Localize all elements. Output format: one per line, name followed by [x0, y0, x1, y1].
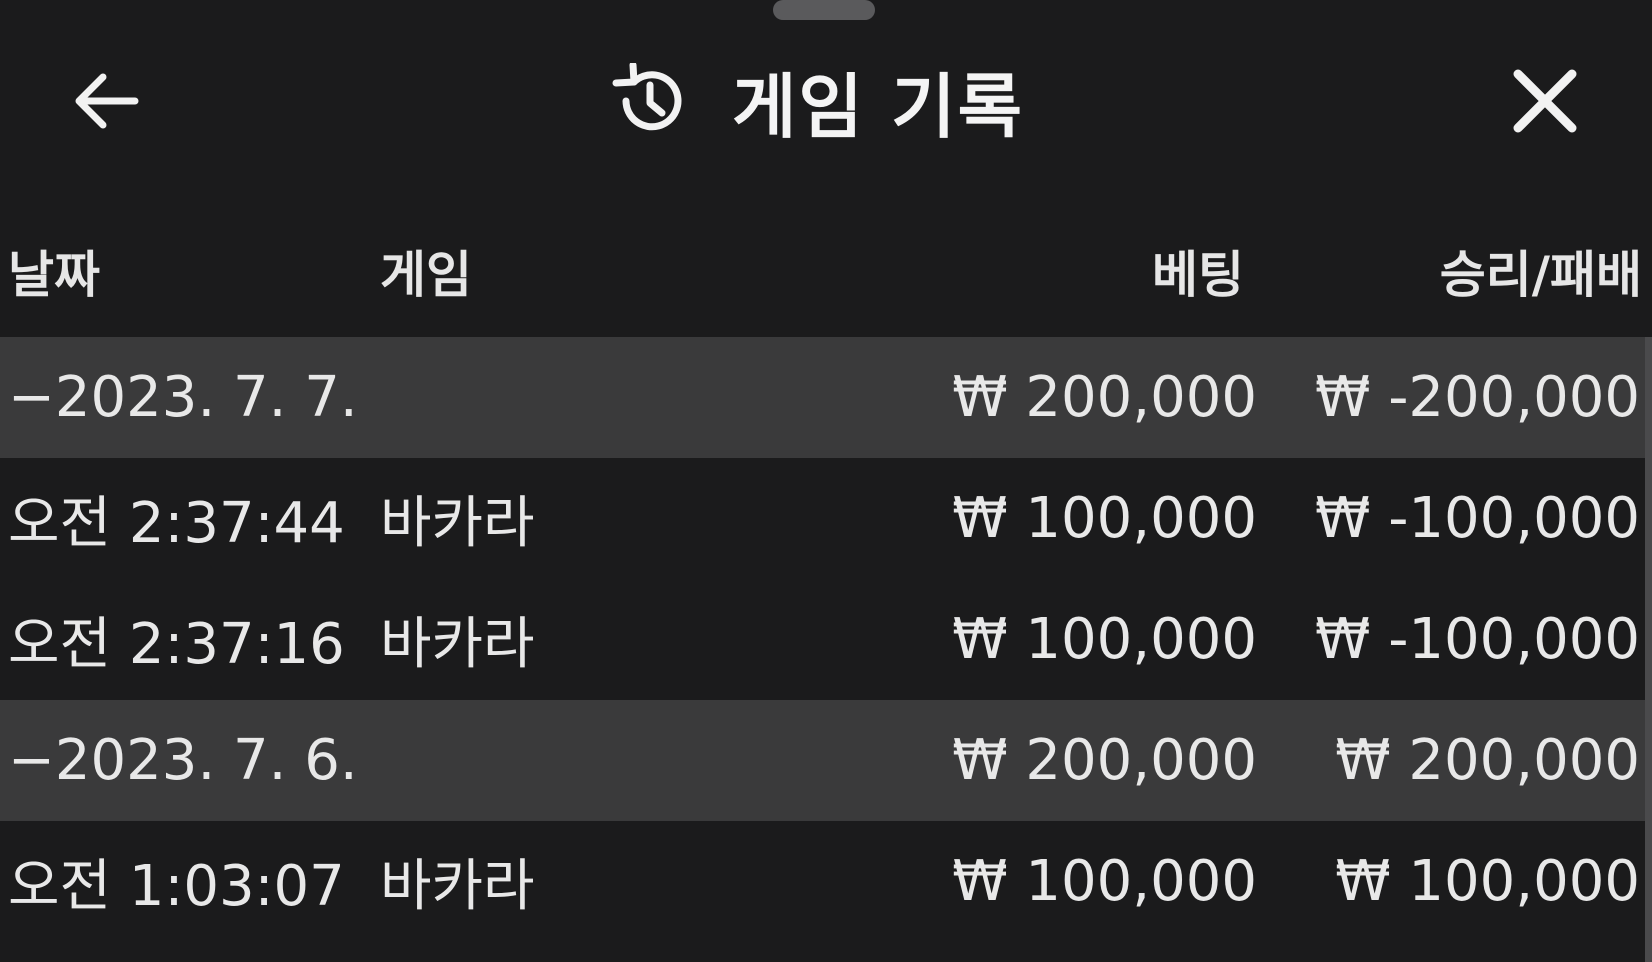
table-row[interactable]: 오전 2:37:44 바카라 ₩ 100,000 ₩ -100,000 [0, 458, 1652, 579]
column-header-game: 게임 [380, 246, 472, 304]
row-bet: ₩ 100,000 [952, 607, 1257, 672]
row-result: ₩ 100,000 [1335, 849, 1640, 914]
game-history-sheet: 게임 기록 날짜 게임 베팅 승리/패배 −2023. 7. 7. ₩ 200,… [0, 0, 1652, 962]
row-game: 바카라 [380, 491, 535, 556]
row-bet: ₩ 100,000 [952, 849, 1257, 914]
row-date: −2023. 7. 6. [8, 728, 358, 793]
table-row[interactable]: 오전 1:03:07 바카라 ₩ 100,000 ₩ 100,000 [0, 821, 1652, 942]
close-button[interactable] [1500, 60, 1590, 142]
back-button[interactable] [60, 60, 150, 142]
row-bet: ₩ 200,000 [952, 728, 1257, 793]
row-game: 바카라 [380, 854, 535, 919]
header: 게임 기록 [0, 20, 1652, 190]
row-bet: ₩ 200,000 [952, 365, 1257, 430]
row-date: 오전 2:37:44 [8, 491, 345, 556]
date-group-row[interactable]: −2023. 7. 6. ₩ 200,000 ₩ 200,000 [0, 700, 1652, 821]
close-icon [1513, 69, 1577, 133]
row-date: −2023. 7. 7. [8, 365, 358, 430]
row-result: ₩ -100,000 [1315, 607, 1640, 672]
arrow-left-icon [75, 73, 139, 129]
table-row[interactable]: 오전 2:37:16 바카라 ₩ 100,000 ₩ -100,000 [0, 579, 1652, 700]
column-header-bet: 베팅 [1152, 246, 1244, 304]
row-date: 오전 2:37:16 [8, 612, 345, 677]
row-bet: ₩ 100,000 [952, 486, 1257, 551]
row-result: ₩ -100,000 [1315, 486, 1640, 551]
page-title: 게임 기록 [732, 65, 1024, 148]
column-header-date: 날짜 [8, 246, 100, 304]
row-result: ₩ -200,000 [1315, 365, 1640, 430]
row-result: ₩ 200,000 [1335, 728, 1640, 793]
sheet-drag-handle[interactable] [773, 0, 875, 20]
date-group-row[interactable]: −2023. 7. 7. ₩ 200,000 ₩ -200,000 [0, 337, 1652, 458]
column-header-result: 승리/패배 [1439, 246, 1642, 304]
row-date: 오전 1:03:07 [8, 854, 345, 919]
row-game: 바카라 [380, 612, 535, 677]
header-title-group: 게임 기록 [610, 56, 1024, 148]
history-icon [612, 63, 682, 131]
scrollbar[interactable] [1645, 337, 1652, 962]
history-table: −2023. 7. 7. ₩ 200,000 ₩ -200,000 오전 2:3… [0, 337, 1652, 942]
